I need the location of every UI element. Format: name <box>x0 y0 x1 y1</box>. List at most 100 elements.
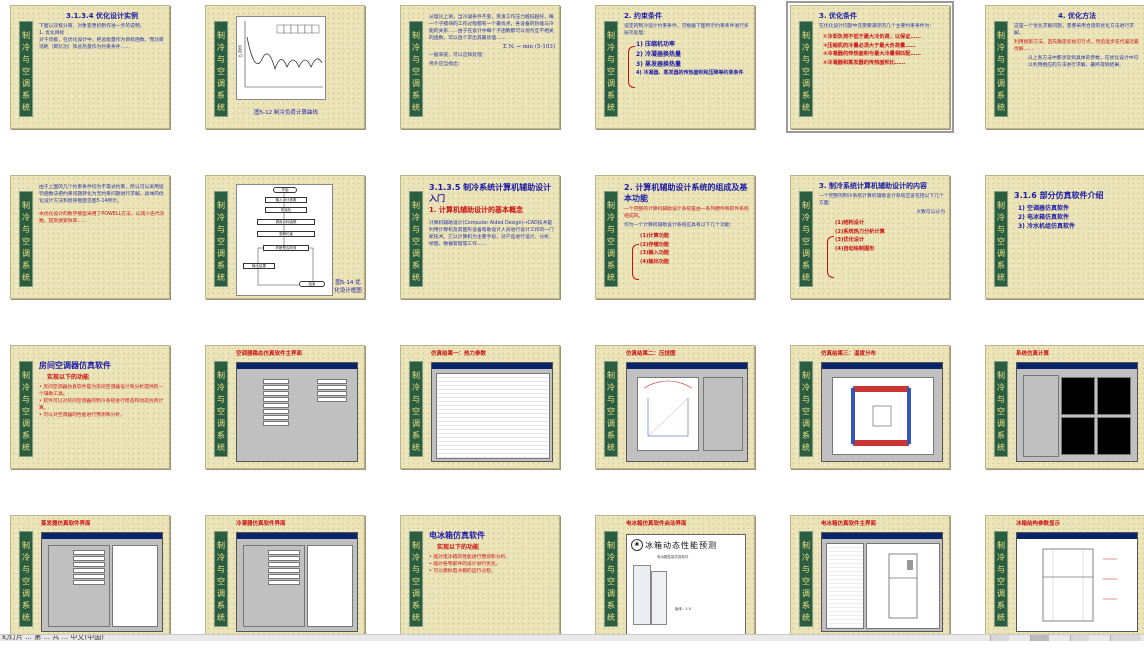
slide-title: 冰箱结构参数显示 <box>1016 521 1061 527</box>
slide-extra: 另外应当指出： <box>429 62 463 67</box>
slide-body: 这是一个优化求解问题，需要采用合适的优化方法进行求解。 <box>1014 24 1134 36</box>
slide-banner: 制冷与空调系统 <box>604 21 618 117</box>
list-item: (4)自动绘制图形 <box>835 245 875 252</box>
list-item: (3)输入功能 <box>640 250 670 256</box>
slide-banner: 制冷与空调系统 <box>994 21 1008 117</box>
slide-thumbnail-21[interactable]: 制冷与空调系统 电冰箱仿真软件 实现以下的功能 • 能对电冰箱的性能进行预测和分… <box>390 510 585 670</box>
list-item: (2)存储功能 <box>640 241 670 248</box>
slide-sorter-view-button[interactable] <box>1030 635 1049 641</box>
slide-banner: 制冷与空调系统 <box>19 21 33 117</box>
slide-thumbnail-12[interactable]: 制冷与空调系统 3.1.6 部分仿真软件介绍 1) 空调器仿真软件 2) 电冰箱… <box>975 170 1144 330</box>
load-curve-plot: 负荷 Q <box>236 16 326 100</box>
app-window-screenshot <box>236 532 358 632</box>
zoom-control[interactable] <box>1110 635 1141 641</box>
slide-heading: 实现以下的功能 <box>47 374 90 381</box>
list-item: 2) 电冰箱仿真软件 <box>1018 214 1070 221</box>
list-item: ④冷凝器和蒸发器的传热面积比…… <box>823 59 906 66</box>
splash-title: 冰箱动态性能预测 <box>645 541 717 550</box>
slide-banner: 制冷与空调系统 <box>799 531 813 627</box>
slide-body-2: 本优化设计的数学模型采用了POWELL方法，以减少迭代次数，提高搜索效率…… <box>39 212 165 224</box>
list-item: ②压缩机的冷量必须大于最大负荷量…… <box>823 42 916 49</box>
slide-title: 空调器稳态仿真软件主界面 <box>236 351 303 357</box>
slide-thumbnail-5[interactable]: 制冷与空调系统 3. 优化条件 在优化设计问题中还需要满足的几个主要约束条件为：… <box>780 0 975 160</box>
fridge-image <box>651 571 667 625</box>
slide-thumbnail-18[interactable]: 制冷与空调系统 系统仿真计算 <box>975 340 1144 500</box>
app-window-screenshot <box>431 362 553 462</box>
list-brace <box>632 244 639 280</box>
list-item: (3)优化设计 <box>835 237 865 243</box>
slide-heading: 实现以下的功能 <box>437 544 480 551</box>
slide-banner: 制冷与空调系统 <box>214 21 228 117</box>
slide-body: 计算机辅助设计(Computer Aided Design)→CAD技术是利用计… <box>429 221 554 247</box>
slide-thumbnail-7[interactable]: 制冷与空调系统 由于上面的几个约束条件均为不等式约束，所以可以采用惩罚函数法把约… <box>0 170 195 330</box>
slide-thumbnail-14[interactable]: 制冷与空调系统 空调器稳态仿真软件主界面 <box>195 340 390 500</box>
slide-banner: 制冷与空调系统 <box>994 361 1008 457</box>
slide-banner: 制冷与空调系统 <box>214 531 228 627</box>
slide-thumbnail-1[interactable]: 制冷与空调系统 3.1.3.4 优化设计实例 下面以双极分离、对象变更机制作进一… <box>0 0 195 160</box>
slide-thumbnail-10[interactable]: 制冷与空调系统 2. 计算机辅助设计系统的组成及基本功能 一个完整的计算机辅助设… <box>585 170 780 330</box>
slide-caption: 图5-14 优化设计框图 <box>334 280 362 294</box>
slide-title: 仿真结果一：热力参数 <box>431 351 487 357</box>
list-item: 4) 冷凝器、蒸发器的传热面积和压降等约束条件 <box>636 70 744 76</box>
slide-thumbnail-11[interactable]: 制冷与空调系统 3. 制冷系统计算机辅助设计的内容 一个完整的制冷系统计算机辅助… <box>780 170 975 330</box>
plot-axis-label: 负荷 Q <box>238 45 243 58</box>
slide-banner: 制冷与空调系统 <box>994 531 1008 627</box>
slide-title: 4. 优化方法 <box>1058 12 1096 20</box>
slide-banner: 制冷与空调系统 <box>19 361 33 457</box>
app-window-screenshot <box>41 532 163 632</box>
list-item: 1) 空调器仿真软件 <box>1018 205 1070 212</box>
slide-body: 一个完整的计算机辅助设计系统是由一系列硬件和软件系统组成的。 <box>624 207 749 219</box>
list-item: 3) 冷水机组仿真软件 <box>1018 223 1076 230</box>
slide-thumbnail-13[interactable]: 制冷与空调系统 房间空调器仿真软件 实现以下的功能 • 房间空调器仿真软件是为房… <box>0 340 195 500</box>
slide-thumbnail-4[interactable]: 制冷与空调系统 2. 约束条件 设定的制冷设计约束条件，可根据下图所示约束条件进… <box>585 0 780 160</box>
list-item: 2) 冷凝器换热量 <box>636 51 682 58</box>
slide-thumbnail-6[interactable]: 制冷与空调系统 4. 优化方法 这是一个优化求解问题，需要采用合适的优化方法进行… <box>975 0 1144 160</box>
slide-thumbnail-8[interactable]: 制冷与空调系统 开始 输入设计参数 初始化 调用目标函数 求解约束 判断是否收敛… <box>195 170 390 330</box>
slide-thumbnail-23[interactable]: 制冷与空调系统 电冰箱仿真软件主界面 <box>780 510 975 670</box>
slide-title: 3.1.6 部分仿真软件介绍 <box>1014 191 1104 200</box>
slide-thumbnail-9[interactable]: 制冷与空调系统 3.1.3.5 制冷系统计算机辅助设计入门 1. 计算机辅助设计… <box>390 170 585 330</box>
slide-body: 一个完整的制冷系统计算机辅助设计系统应该包括以下几个方面： <box>819 194 944 206</box>
slide-body: 在优化设计问题中还需要满足的几个主要约束条件为： <box>819 24 935 29</box>
app-window-screenshot <box>1016 532 1138 632</box>
slide-body-2: 大致可以分为 <box>916 210 945 215</box>
slide-title: 3. 制冷系统计算机辅助设计的内容 <box>819 182 927 190</box>
list-brace <box>827 236 834 278</box>
splash-info: 版本：1.0 <box>675 607 692 611</box>
slide-thumbnail-20[interactable]: 制冷与空调系统 冷凝器仿真软件界面 <box>195 510 390 670</box>
slide-banner: 制冷与空调系统 <box>19 191 33 287</box>
list-item: ③冷凝器的传热面积与最大冷量相匹配…… <box>823 51 921 57</box>
slide-thumbnail-19[interactable]: 制冷与空调系统 蒸发器仿真软件界面 <box>0 510 195 670</box>
splash-window: ❀ 冰箱动态性能预测 电冰箱性能仿真软件 版本：1.0 <box>626 534 746 636</box>
app-window-screenshot <box>821 362 943 462</box>
splash-logo-icon: ❀ <box>631 539 643 551</box>
slide-show-button[interactable] <box>1070 635 1089 641</box>
list-item: (2)系统热力分析计算 <box>835 228 885 235</box>
app-window-screenshot <box>821 532 943 632</box>
slide-thumbnail-22[interactable]: 制冷与空调系统 电冰箱仿真软件启动界面 ❀ 冰箱动态性能预测 电冰箱性能仿真软件… <box>585 510 780 670</box>
slide-thumbnail-3[interactable]: 制冷与空调系统 从理论上讲，当冷凝条件不变，蒸发工作压力越低越好，每一个子模块的… <box>390 0 585 160</box>
slide-thumbnail-15[interactable]: 制冷与空调系统 仿真结果一：热力参数 <box>390 340 585 500</box>
slide-title: 系统仿真计算 <box>1016 351 1050 357</box>
list-item: 3) 蒸发器换热量 <box>636 61 682 68</box>
slide-thumbnail-16[interactable]: 制冷与空调系统 仿真结果二：压焓图 <box>585 340 780 500</box>
slide-body-2: 利用搜索方法，首先确定初始可行点，然后逐步迭代逼近最优解…… <box>1014 40 1139 52</box>
slide-thumbnail-2[interactable]: 制冷与空调系统 负荷 Q 图5-12 制冷负荷计算曲线 <box>195 0 390 160</box>
slide-banner: 制冷与空调系统 <box>799 21 813 117</box>
slide-banner: 制冷与空调系统 <box>409 21 423 117</box>
slide-title: 冷凝器仿真软件界面 <box>236 521 286 527</box>
app-window-screenshot <box>236 362 358 462</box>
slide-body: 下面以双极分离、对象变更机制作进一步的说明。 1. 优化目标 对于双极，在优化设… <box>39 24 164 50</box>
app-window-screenshot <box>626 362 748 462</box>
list-item: 1) 压缩机功率 <box>636 41 676 48</box>
list-item: (1)计算功能 <box>640 233 670 239</box>
slide-caption: 图5-12 制冷负荷计算曲线 <box>254 110 318 116</box>
slide-title: 电冰箱仿真软件 <box>429 531 485 540</box>
slide-thumbnail-24[interactable]: 制冷与空调系统 冰箱结构参数显示 <box>975 510 1144 670</box>
slide-title: 2. 约束条件 <box>624 12 662 20</box>
slide-banner: 制冷与空调系统 <box>604 361 618 457</box>
slide-banner: 制冷与空调系统 <box>799 361 813 457</box>
splash-subtitle: 电冰箱性能仿真软件 <box>657 555 689 559</box>
normal-view-button[interactable] <box>990 635 1009 641</box>
slide-thumbnail-17[interactable]: 制冷与空调系统 仿真结果三：温度分布 <box>780 340 975 500</box>
